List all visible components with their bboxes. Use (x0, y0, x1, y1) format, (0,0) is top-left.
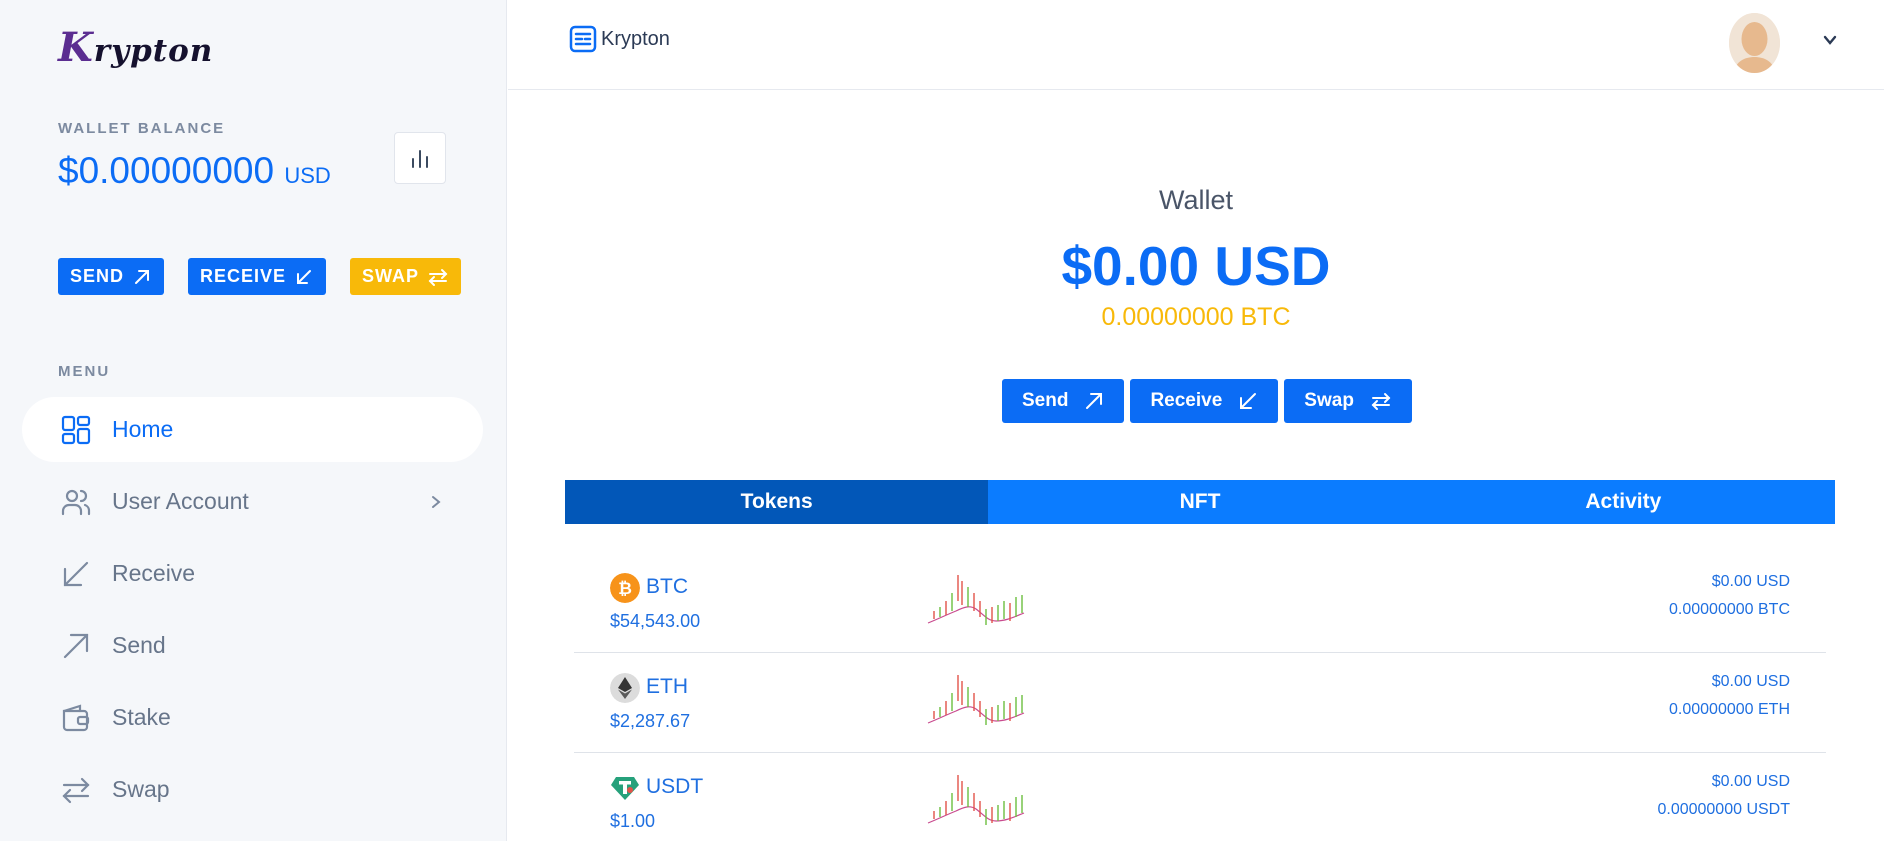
header-brand-name: Krypton (601, 27, 670, 50)
token-price: $2,287.67 (610, 711, 691, 731)
sidebar-item-label: Send (112, 632, 166, 658)
sidebar-item-swap[interactable]: Swap (22, 757, 483, 822)
tab-activity[interactable]: Activity (1412, 480, 1835, 524)
users-icon (58, 484, 94, 520)
token-usd-value: $0.00 USD (1711, 773, 1790, 790)
wallet-balance-usd: $0.00 USD (1061, 235, 1331, 297)
sidebar-item-label: User Account (112, 488, 249, 514)
token-row-btc[interactable]: ₿ BTC $54,543.00 $0.00 USD 0.00000000 BT… (574, 553, 1826, 653)
send-button[interactable]: Send (1002, 379, 1125, 423)
token-symbol: BTC (646, 575, 688, 598)
chart-button[interactable] (394, 132, 446, 184)
logo-k: K (58, 24, 94, 71)
token-usd-value: $0.00 USD (1711, 573, 1790, 590)
sidebar-item-label: Home (112, 416, 174, 442)
usdt-icon (611, 777, 639, 800)
swap-label: SWAP (362, 266, 420, 286)
sidebar-item-receive[interactable]: Receive (22, 541, 483, 606)
sidebar-swap-button[interactable]: SWAP (350, 258, 462, 295)
wallet-tabs: Tokens NFT Activity (565, 480, 1835, 524)
grid-icon (58, 412, 94, 448)
token-list: ₿ BTC $54,543.00 $0.00 USD 0.00000000 BT… (574, 553, 1826, 841)
wallet-balance-label: WALLET BALANCE (58, 120, 226, 137)
wallet-balance-amount: $0.00000000 (58, 150, 275, 191)
swap-icon (58, 772, 94, 808)
wallet-icon (58, 700, 94, 736)
tab-nft[interactable]: NFT (988, 480, 1411, 524)
sparkline (927, 675, 1025, 725)
arrow-down-left-icon (58, 556, 94, 592)
arrow-up-right-icon (135, 269, 150, 284)
token-amount: 0.00000000 USDT (1657, 801, 1790, 818)
sparkline (927, 775, 1025, 825)
wallet-balance-value: $0.00000000 USD (58, 150, 331, 192)
sidebar-item-label: Receive (112, 560, 196, 586)
header-brand[interactable]: Krypton (569, 25, 670, 53)
krypton-logo[interactable]: Krypton (58, 24, 213, 71)
token-row-usdt[interactable]: USDT $1.00 $0.00 USD 0.00000000 USDT (574, 753, 1826, 841)
wallet-balance-unit: USD (284, 163, 331, 188)
arrow-down-left-icon (297, 269, 312, 284)
token-price: $54,543.00 (610, 611, 701, 631)
top-header: Krypton (508, 0, 1884, 90)
sidebar-item-send[interactable]: Send (22, 613, 483, 678)
wallet-title: Wallet (1158, 185, 1233, 215)
wallet-balance-btc: 0.00000000 BTC (1101, 303, 1291, 331)
sidebar-item-user-account[interactable]: User Account (22, 469, 483, 534)
bar-chart-icon (412, 150, 428, 168)
btc-icon: ₿ (610, 573, 640, 603)
tab-tokens[interactable]: Tokens (565, 480, 989, 524)
arrow-up-right-icon (58, 628, 94, 664)
swap-button[interactable]: Swap (1284, 379, 1412, 423)
sidebar-send-button[interactable]: SEND (58, 258, 165, 295)
send-label: Send (1022, 390, 1069, 411)
receive-label: Receive (1150, 390, 1223, 411)
swap-icon (428, 268, 448, 286)
send-label: SEND (70, 266, 125, 286)
token-symbol: USDT (646, 775, 704, 798)
document-icon (569, 25, 597, 53)
receive-button[interactable]: Receive (1130, 379, 1279, 423)
token-row-eth[interactable]: ETH $2,287.67 $0.00 USD 0.00000000 ETH (574, 653, 1826, 753)
sidebar-item-stake[interactable]: Stake (22, 685, 483, 750)
arrow-down-left-icon (1240, 393, 1257, 409)
token-amount: 0.00000000 ETH (1669, 701, 1790, 718)
sidebar-item-label: Swap (112, 776, 170, 802)
sidebar-item-label: Stake (112, 704, 171, 730)
chevron-down-icon[interactable] (1822, 32, 1838, 48)
token-symbol: ETH (646, 675, 688, 698)
eth-icon (610, 673, 640, 703)
avatar[interactable] (1729, 13, 1780, 73)
sidebar-menu: Home User Account Receive Send Stake Swa… (22, 397, 483, 829)
token-amount: 0.00000000 BTC (1669, 601, 1790, 618)
sidebar-item-home[interactable]: Home (22, 397, 483, 462)
arrow-up-right-icon (1086, 393, 1103, 409)
receive-label: RECEIVE (200, 266, 287, 286)
logo-text: rypton (93, 33, 214, 69)
svg-text:₿: ₿ (618, 579, 632, 599)
token-usd-value: $0.00 USD (1711, 673, 1790, 690)
sidebar-receive-button[interactable]: RECEIVE (188, 258, 327, 295)
swap-label: Swap (1304, 390, 1354, 411)
sparkline (927, 575, 1025, 625)
chevron-right-icon (432, 495, 441, 508)
sidebar: Krypton WALLET BALANCE $0.00000000 USD S… (0, 0, 507, 841)
swap-icon (1371, 393, 1391, 410)
menu-label: MENU (58, 363, 111, 380)
token-price: $1.00 (610, 811, 656, 831)
